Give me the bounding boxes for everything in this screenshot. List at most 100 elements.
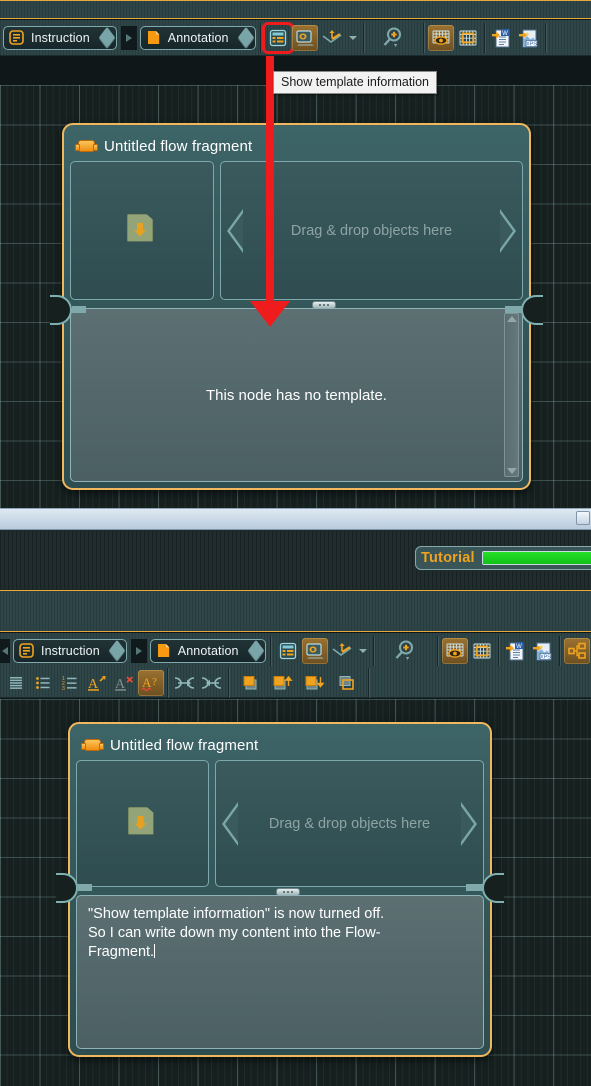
node-dropzone-2[interactable]: Drag & drop objects here: [215, 760, 484, 887]
tab-overflow-button[interactable]: [120, 25, 137, 50]
node-input-stub-2: [78, 884, 92, 891]
node-output-stub: [505, 306, 523, 313]
export-xps-button-2[interactable]: XPS: [530, 638, 556, 664]
bottom-toolbar-viewmode-group: [559, 635, 591, 666]
transitions-dropdown-button[interactable]: [346, 25, 360, 51]
bottom-toolbar-grid-group: [437, 635, 499, 666]
flow-fragment-node-top[interactable]: Untitled flow fragment Drag & drop objec…: [62, 123, 531, 490]
show-transitions-button-2[interactable]: [329, 638, 355, 664]
flow-view-button[interactable]: [563, 637, 590, 664]
spell-check-button[interactable]: A?: [138, 669, 164, 696]
tab-annotation-handle[interactable]: [237, 26, 255, 49]
annotation-arrow-head: [250, 301, 290, 327]
export-word-button[interactable]: W: [489, 25, 515, 51]
node-output-socket[interactable]: [521, 295, 543, 325]
annotation-icon: [145, 29, 162, 46]
node-title: Untitled flow fragment: [104, 137, 253, 155]
tab-annotation-label: Annotation: [167, 30, 229, 45]
node-title-2: Untitled flow fragment: [110, 736, 259, 754]
numbered-list-button[interactable]: 123: [57, 670, 83, 696]
tab-scroll-left-button[interactable]: [0, 638, 10, 663]
node-splitter[interactable]: [70, 300, 523, 309]
import-document-icon: [127, 213, 157, 248]
bottom-toolbar-tab-group: Instruction Annotation: [0, 635, 271, 666]
bottom-toolbar-row2-filler: [369, 667, 591, 698]
indent-out-button[interactable]: [199, 670, 225, 696]
tab-annotation-2-handle[interactable]: [247, 639, 265, 662]
tab-annotation[interactable]: Annotation: [139, 25, 256, 50]
snap-to-grid-button[interactable]: [455, 25, 481, 51]
node-text-scrollbar[interactable]: [504, 313, 519, 477]
bullet-list-button[interactable]: [30, 670, 56, 696]
svg-text:W: W: [502, 31, 508, 37]
indent-in-button[interactable]: [172, 670, 198, 696]
bring-to-front-button[interactable]: [238, 670, 264, 696]
show-grid-preview-button[interactable]: [427, 24, 454, 51]
node-template-text: This node has no template.: [206, 386, 387, 404]
export-word-button-2[interactable]: W: [503, 638, 529, 664]
show-node-preview-button-2[interactable]: [301, 637, 328, 664]
node-template-slot-2[interactable]: [76, 760, 209, 887]
send-backward-button[interactable]: [302, 670, 328, 696]
send-to-back-button[interactable]: [334, 670, 360, 696]
tab-overflow-button-2[interactable]: [130, 638, 147, 663]
node-splitter-2[interactable]: [76, 887, 484, 896]
annotation-icon: [155, 642, 172, 659]
node-template-text-box[interactable]: This node has no template.: [70, 308, 523, 482]
zoom-button[interactable]: [377, 25, 411, 51]
node-title-bar-2: Untitled flow fragment: [76, 730, 484, 760]
tutorial-progress[interactable]: Tutorial: [415, 546, 591, 570]
paragraph-button[interactable]: [3, 670, 29, 696]
clear-formatting-button[interactable]: A: [111, 670, 137, 696]
next-arrow-icon[interactable]: [500, 208, 516, 253]
show-transitions-button[interactable]: [319, 25, 345, 51]
show-grid-preview-button-2[interactable]: [441, 637, 468, 664]
snap-to-grid-button-2[interactable]: [469, 638, 495, 664]
tab-instruction-2[interactable]: Instruction: [13, 638, 127, 663]
arrange-group: [229, 667, 369, 698]
prev-arrow-icon[interactable]: [222, 801, 238, 846]
tab-instruction-2-handle[interactable]: [108, 639, 126, 662]
bottom-toolbar-row2: 123 A A A?: [0, 667, 591, 698]
show-node-preview-button[interactable]: [291, 24, 318, 51]
node-output-socket-2[interactable]: [482, 873, 504, 903]
top-toolbar-view-group: [260, 22, 364, 53]
node-title-bar: Untitled flow fragment: [70, 131, 523, 161]
scroll-up-icon[interactable]: [506, 316, 517, 322]
horizontal-scrollbar[interactable]: [0, 508, 591, 530]
next-arrow-icon[interactable]: [461, 801, 477, 846]
bring-forward-button[interactable]: [270, 670, 296, 696]
node-template-slot[interactable]: [70, 161, 214, 300]
instruction-icon: [8, 29, 25, 46]
top-panel-edge: [0, 0, 591, 19]
export-xps-button[interactable]: XPS: [516, 25, 542, 51]
zoom-button-2[interactable]: [391, 638, 421, 664]
show-template-information-button-2[interactable]: [275, 638, 301, 664]
tab-instruction[interactable]: Instruction: [3, 25, 117, 50]
show-template-information-button[interactable]: [265, 25, 291, 51]
bottom-toolbar-row1: Instruction Annotation W XPS: [0, 633, 591, 668]
svg-text:3: 3: [62, 686, 65, 692]
chevron-down-icon: [348, 35, 357, 40]
prev-arrow-icon[interactable]: [227, 208, 243, 253]
tutorial-progress-bar: [481, 551, 591, 565]
node-upper-row: Drag & drop objects here: [70, 161, 523, 300]
increase-font-size-button[interactable]: A: [84, 670, 110, 696]
node-input-stub: [72, 306, 86, 313]
flow-fragment-icon: [81, 739, 104, 751]
tutorial-strip: Tutorial: [0, 530, 591, 590]
flow-fragment-node-bottom[interactable]: Untitled flow fragment Drag & drop objec…: [68, 722, 492, 1057]
scrollbar-end-button[interactable]: [576, 511, 590, 525]
transitions-dropdown-button-2[interactable]: [356, 638, 370, 664]
tab-instruction-label: Instruction: [31, 30, 90, 45]
scroll-down-icon[interactable]: [506, 468, 517, 474]
bottom-canvas[interactable]: Untitled flow fragment Drag & drop objec…: [0, 699, 591, 1086]
bottom-toolbar-view-group: [270, 635, 374, 666]
import-document-icon: [127, 806, 158, 841]
top-canvas[interactable]: Untitled flow fragment Drag & drop objec…: [0, 85, 591, 508]
bottom-toolbar-zoom-group: [373, 635, 438, 666]
node-content-text-box[interactable]: "Show template information" is now turne…: [76, 895, 484, 1049]
indent-group: [168, 667, 229, 698]
tab-instruction-handle[interactable]: [98, 26, 116, 49]
tab-annotation-2[interactable]: Annotation: [149, 638, 266, 663]
